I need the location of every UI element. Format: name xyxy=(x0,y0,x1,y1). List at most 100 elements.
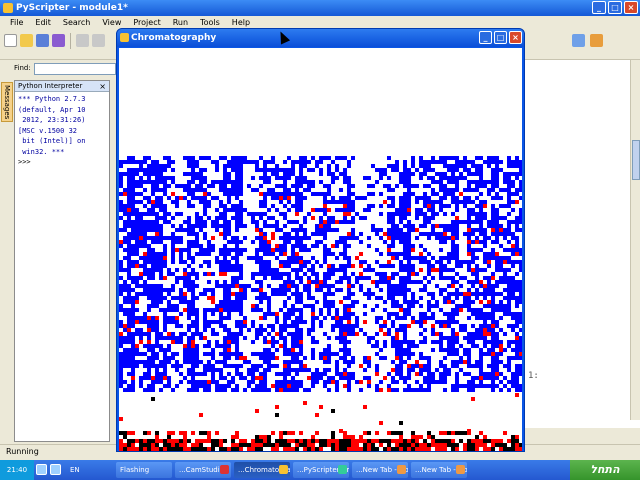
band-cell xyxy=(519,260,522,264)
maximize-icon[interactable]: □ xyxy=(494,31,507,44)
interpreter-output[interactable]: *** Python 2.7.3 (default, Apr 10 2012, … xyxy=(15,92,109,170)
band-cell xyxy=(447,224,451,228)
task-button[interactable]: ...CamStudio - C xyxy=(175,462,231,478)
band-cell xyxy=(279,384,283,388)
language-indicator[interactable]: EN xyxy=(70,460,80,480)
band-cell xyxy=(147,284,151,288)
band-cell xyxy=(207,184,211,188)
band-cell xyxy=(363,208,367,212)
copy-icon[interactable] xyxy=(92,34,105,47)
band-cell xyxy=(127,264,131,268)
task-button[interactable]: ...New Tab - Go xyxy=(411,462,467,478)
clock[interactable]: 21:40 xyxy=(0,460,34,480)
ide-titlebar[interactable]: PyScripter - module1* _ □ × xyxy=(0,0,640,16)
layout-icon[interactable] xyxy=(572,34,585,47)
band-cell xyxy=(143,260,147,264)
tools-icon[interactable] xyxy=(590,34,603,47)
task-button[interactable]: ...Chromatogra xyxy=(234,462,290,478)
band-cell xyxy=(227,228,231,232)
band-cell xyxy=(283,180,287,184)
minimize-icon[interactable]: _ xyxy=(479,31,492,44)
band-cell xyxy=(275,228,279,232)
band-cell xyxy=(311,308,315,312)
band-cell xyxy=(395,252,399,256)
band-cell xyxy=(163,296,167,300)
band-cell xyxy=(199,336,203,340)
menu-file[interactable]: File xyxy=(4,16,29,29)
band-cell xyxy=(155,296,159,300)
editor-scrollbar[interactable] xyxy=(630,60,640,420)
band-cell xyxy=(191,196,195,200)
band-cell xyxy=(343,352,347,356)
band-cell xyxy=(507,324,511,328)
band-cell xyxy=(507,260,511,264)
band-cell xyxy=(283,388,287,392)
band-cell xyxy=(379,212,383,216)
maximize-icon[interactable]: □ xyxy=(608,1,622,14)
band-cell xyxy=(215,332,219,336)
particle-cell xyxy=(299,260,303,264)
band-cell xyxy=(503,348,507,352)
band-cell xyxy=(515,344,519,348)
band-cell xyxy=(443,184,447,188)
band-cell xyxy=(223,236,227,240)
band-cell xyxy=(515,300,519,304)
band-cell xyxy=(395,316,399,320)
band-cell xyxy=(231,340,235,344)
task-button[interactable]: ...PyScripter - m xyxy=(293,462,349,478)
band-cell xyxy=(283,264,287,268)
band-cell xyxy=(259,212,263,216)
menu-search[interactable]: Search xyxy=(57,16,96,29)
band-cell xyxy=(147,252,151,256)
scroll-thumb[interactable] xyxy=(632,140,640,180)
band-cell xyxy=(151,292,155,296)
save-all-icon[interactable] xyxy=(52,34,65,47)
close-panel-icon[interactable]: × xyxy=(99,81,106,92)
band-cell xyxy=(119,180,123,184)
band-cell xyxy=(363,376,367,380)
task-button[interactable]: Flashing xyxy=(116,462,172,478)
band-cell xyxy=(475,264,479,268)
band-cell xyxy=(155,180,159,184)
quick-launch-icon[interactable] xyxy=(50,464,61,475)
particle-cell xyxy=(175,316,179,320)
band-cell xyxy=(371,184,375,188)
band-cell xyxy=(375,304,379,308)
band-cell xyxy=(403,212,407,216)
quick-launch-icon[interactable] xyxy=(36,464,47,475)
band-cell xyxy=(311,376,315,380)
band-cell xyxy=(407,192,411,196)
find-input[interactable] xyxy=(34,63,116,75)
band-cell xyxy=(335,352,339,356)
particle-cell xyxy=(271,384,275,388)
sediment-cell xyxy=(391,447,395,451)
band-cell xyxy=(155,368,159,372)
sediment-cell xyxy=(347,439,351,443)
minimize-icon[interactable]: _ xyxy=(592,1,606,14)
band-cell xyxy=(395,348,399,352)
band-cell xyxy=(283,324,287,328)
new-file-icon[interactable] xyxy=(4,34,17,47)
start-button[interactable]: התחל xyxy=(570,460,640,480)
cut-icon[interactable] xyxy=(76,34,89,47)
save-icon[interactable] xyxy=(36,34,49,47)
band-cell xyxy=(211,224,215,228)
band-cell xyxy=(463,188,467,192)
messages-side-tab[interactable]: Messages xyxy=(1,82,13,122)
band-cell xyxy=(131,344,135,348)
band-cell xyxy=(347,260,351,264)
band-cell xyxy=(391,236,395,240)
band-cell xyxy=(167,320,171,324)
close-icon[interactable]: × xyxy=(509,31,522,44)
band-cell xyxy=(191,320,195,324)
open-folder-icon[interactable] xyxy=(20,34,33,47)
band-cell xyxy=(259,284,263,288)
close-icon[interactable]: × xyxy=(624,1,638,14)
band-cell xyxy=(275,164,279,168)
band-cell xyxy=(403,316,407,320)
band-cell xyxy=(191,176,195,180)
task-button[interactable]: ...New Tab - Go xyxy=(352,462,408,478)
menu-edit[interactable]: Edit xyxy=(29,16,57,29)
chromatography-titlebar[interactable]: Chromatography _ □ × xyxy=(117,29,524,47)
band-cell xyxy=(203,388,207,392)
